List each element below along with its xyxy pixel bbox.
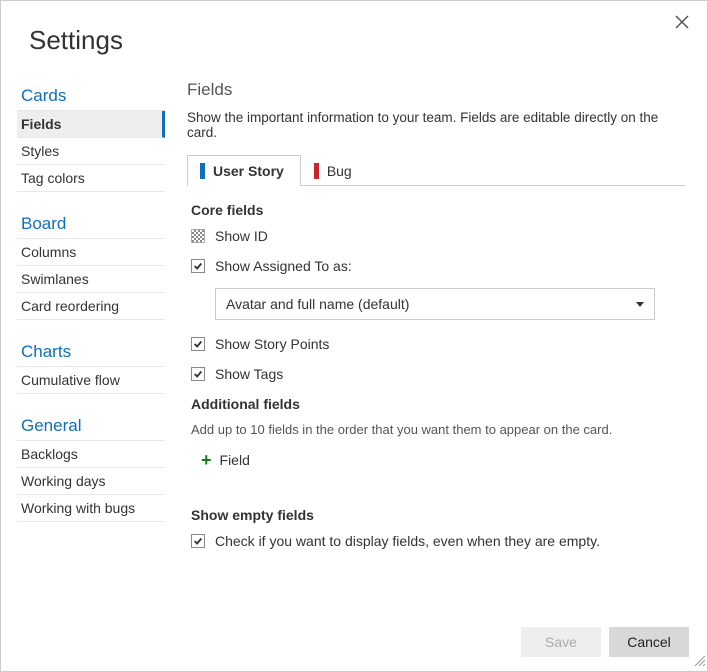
plus-icon: + [201,451,212,469]
nav-item-tag-colors[interactable]: Tag colors [17,165,165,192]
tab-user-story[interactable]: User Story [187,155,301,186]
checkbox-label: Check if you want to display fields, eve… [215,533,600,549]
chevron-down-icon [636,302,644,307]
checkbox-show-assigned-to[interactable] [191,259,205,273]
checkbox-show-id[interactable] [191,229,205,243]
tab-stripe-icon [200,163,205,179]
save-button[interactable]: Save [521,627,601,657]
tab-label: Bug [327,163,352,179]
check-icon [193,261,203,271]
check-icon [193,339,203,349]
check-icon [193,536,203,546]
nav-item-columns[interactable]: Columns [17,239,165,266]
dialog-footer: Save Cancel [1,617,707,671]
nav-item-swimlanes[interactable]: Swimlanes [17,266,165,293]
add-field-button[interactable]: + Field [191,447,685,487]
assigned-to-dropdown[interactable]: Avatar and full name (default) [215,288,655,320]
cancel-button[interactable]: Cancel [609,627,689,657]
field-show-assigned-to: Show Assigned To as: [191,258,685,274]
close-button[interactable] [675,15,689,32]
dropdown-value: Avatar and full name (default) [226,296,409,312]
tab-bug[interactable]: Bug [301,155,369,186]
section-title-general: General [17,410,165,441]
content-description: Show the important information to your t… [187,110,685,140]
nav-item-cumulative-flow[interactable]: Cumulative flow [17,367,165,394]
checkbox-label: Show Story Points [215,336,329,352]
checkbox-show-empty[interactable] [191,534,205,548]
content-pane: Fields Show the important information to… [165,76,703,617]
dialog-title: Settings [1,1,707,76]
nav-item-working-with-bugs[interactable]: Working with bugs [17,495,165,522]
core-fields-heading: Core fields [191,202,685,218]
dialog-body: Cards Fields Styles Tag colors Board Col… [1,76,707,617]
checkbox-show-story-points[interactable] [191,337,205,351]
sidebar: Cards Fields Styles Tag colors Board Col… [17,76,165,617]
checkbox-show-tags[interactable] [191,367,205,381]
tab-label: User Story [213,163,284,179]
field-show-story-points: Show Story Points [191,336,685,352]
check-icon [193,369,203,379]
nav-item-card-reordering[interactable]: Card reordering [17,293,165,320]
nav-item-styles[interactable]: Styles [17,138,165,165]
add-field-label: Field [220,452,250,468]
resize-grip-icon[interactable] [693,653,705,669]
field-show-empty: Check if you want to display fields, eve… [191,533,685,549]
section-title-charts: Charts [17,336,165,367]
show-empty-heading: Show empty fields [191,507,685,523]
tab-strip: User Story Bug [187,154,685,186]
additional-fields-heading: Additional fields [191,396,685,412]
field-show-tags: Show Tags [191,366,685,382]
settings-dialog: Settings Cards Fields Styles Tag colors … [0,0,708,672]
checkbox-label: Show Assigned To as: [215,258,352,274]
additional-fields-desc: Add up to 10 fields in the order that yo… [191,422,685,437]
nav-item-working-days[interactable]: Working days [17,468,165,495]
checkbox-label: Show Tags [215,366,283,382]
tab-stripe-icon [314,163,319,179]
close-icon [675,15,689,29]
checkbox-label: Show ID [215,228,268,244]
nav-item-fields[interactable]: Fields [17,111,165,138]
nav-item-backlogs[interactable]: Backlogs [17,441,165,468]
field-show-id: Show ID [191,228,685,244]
section-title-board: Board [17,208,165,239]
content-title: Fields [187,80,685,100]
section-title-cards: Cards [17,80,165,111]
